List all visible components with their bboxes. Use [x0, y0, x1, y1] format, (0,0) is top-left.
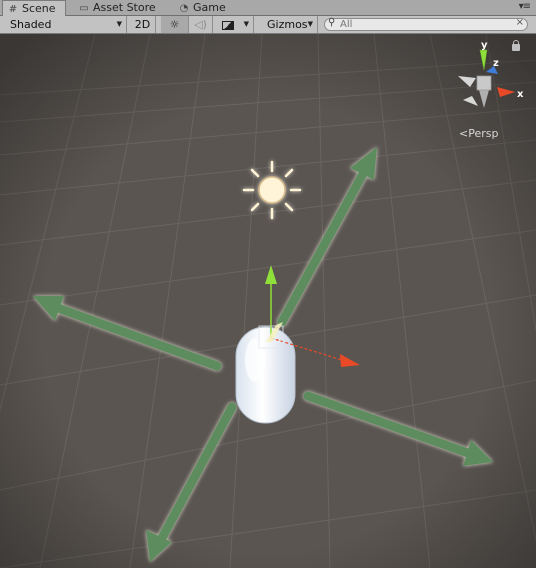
sun-icon: ☼: [169, 18, 180, 31]
y-axis-label: y: [481, 40, 488, 51]
tab-bar: # Scene ▭ Asset Store ◔ Game ▾≡: [0, 0, 536, 16]
image-icon: [222, 20, 234, 30]
x-axis-label: x: [517, 89, 524, 100]
directional-light-icon[interactable]: [242, 160, 302, 220]
scene-audio-toggle[interactable]: ◁): [189, 16, 213, 33]
dropdown-arrow-icon: ▼: [307, 20, 313, 28]
mode-2d-toggle[interactable]: 2D: [130, 16, 156, 33]
dropdown-arrow-icon: ▼: [116, 20, 122, 28]
pacman-icon: ◔: [179, 3, 189, 14]
scene-viewport[interactable]: y z x: [0, 34, 536, 568]
scene-effects-dropdown[interactable]: ▼: [216, 16, 254, 33]
search-input[interactable]: [340, 18, 510, 30]
scene-window: # Scene ▭ Asset Store ◔ Game ▾≡ Shaded ▼ 2D…: [0, 0, 536, 568]
projection-toggle[interactable]: <Persp: [459, 127, 498, 140]
perspective-icon: <: [459, 127, 469, 140]
window-menu-icon[interactable]: ▾≡: [519, 1, 531, 12]
tab-asset-store[interactable]: ▭ Asset Store: [74, 0, 164, 15]
store-icon: ▭: [79, 3, 89, 14]
dropdown-arrow-icon: ▼: [243, 20, 249, 28]
capsule-object[interactable]: [235, 326, 296, 424]
scene-lighting-toggle[interactable]: ☼: [161, 16, 189, 33]
tab-game[interactable]: ◔ Game: [174, 0, 234, 15]
speaker-icon: ◁): [194, 18, 207, 31]
hash-icon: #: [8, 4, 18, 15]
search-field[interactable]: ⚲ ×: [324, 17, 528, 31]
clear-search-icon[interactable]: ×: [516, 17, 524, 28]
tab-scene[interactable]: # Scene: [2, 0, 66, 16]
search-icon: ⚲: [328, 17, 336, 28]
scene-toolbar: Shaded ▼ 2D ☼ ◁) ▼ Gizmos ▼ ⚲ ×: [0, 16, 536, 34]
z-axis-label: z: [493, 58, 499, 69]
gizmos-dropdown[interactable]: Gizmos ▼: [262, 16, 318, 33]
lock-icon[interactable]: [512, 40, 520, 51]
draw-mode-dropdown[interactable]: Shaded ▼: [0, 16, 127, 33]
